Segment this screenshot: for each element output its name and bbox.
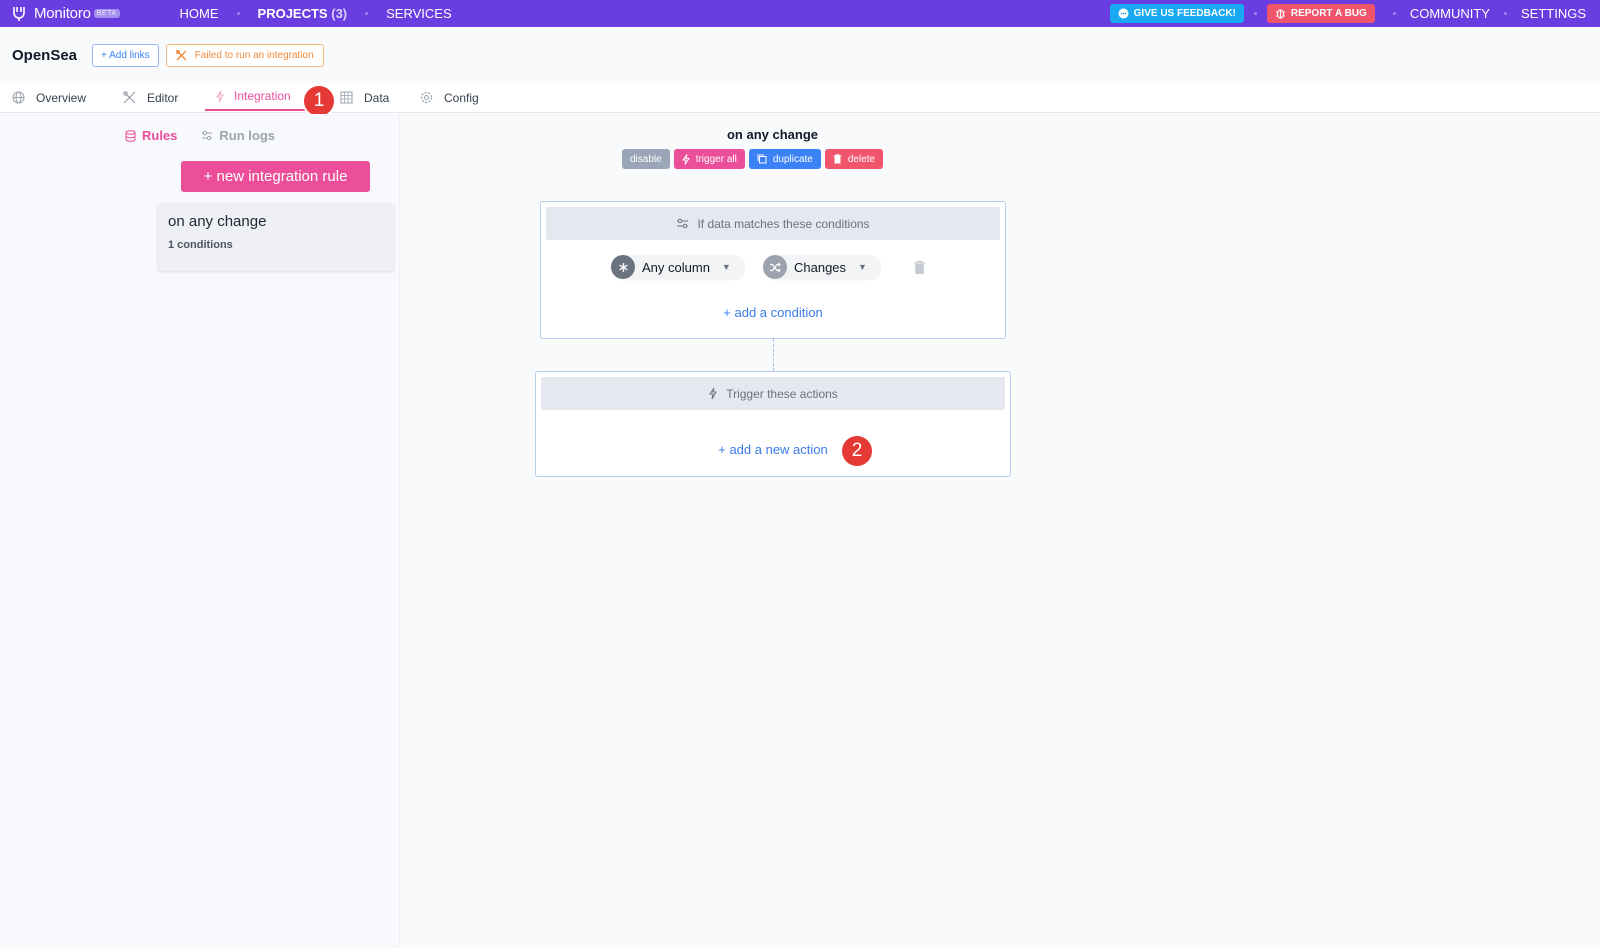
- subtab-rules[interactable]: Rules: [125, 128, 177, 143]
- rule-title: on any change: [726, 127, 819, 142]
- disable-button[interactable]: disable: [622, 149, 670, 169]
- database-icon: [125, 129, 136, 142]
- beta-badge: BETA: [93, 9, 120, 18]
- nav-separator: [236, 12, 240, 15]
- rule-item-conditions: 1 conditions: [168, 239, 233, 251]
- feedback-label: GIVE US FEEDBACK!: [1133, 8, 1236, 19]
- nav-separator: [1253, 12, 1257, 15]
- nav-community[interactable]: COMMUNITY: [1406, 6, 1494, 21]
- tab-config[interactable]: Config: [420, 83, 479, 112]
- gear-icon: [420, 91, 433, 104]
- tab-label: Editor: [147, 90, 179, 105]
- disable-label: disable: [630, 153, 662, 165]
- tab-label: Integration: [234, 89, 291, 103]
- nav-projects-count: (3): [331, 6, 348, 21]
- chevron-down-icon: ▼: [858, 262, 867, 272]
- failed-integration-badge[interactable]: Failed to run an integration: [165, 44, 324, 67]
- tab-label: Overview: [36, 90, 87, 105]
- asterisk-icon: [611, 255, 635, 279]
- step-marker-1: 1: [304, 86, 334, 116]
- nav-projects[interactable]: PROJECTS (3): [254, 6, 352, 21]
- top-nav-bar: Monitoro BETA HOME PROJECTS (3) SERVICES…: [0, 0, 1600, 27]
- nav-separator: [365, 12, 369, 15]
- globe-icon: [12, 91, 25, 104]
- delete-condition-trash-icon[interactable]: [913, 260, 926, 275]
- tab-overview[interactable]: Overview: [12, 83, 86, 112]
- rules-sidebar: Rules Run logs + new integration rule on…: [0, 114, 400, 948]
- column-select[interactable]: Any column ▼: [611, 255, 745, 279]
- bolt-icon: [709, 387, 718, 400]
- add-condition-link[interactable]: + add a condition: [541, 305, 1005, 320]
- delete-label: delete: [847, 153, 876, 165]
- trigger-all-button[interactable]: trigger all: [673, 149, 745, 169]
- actions-panel: Trigger these actions + add a new action: [535, 371, 1011, 477]
- right-nav: GIVE US FEEDBACK! REPORT A BUG COMMUNITY…: [1109, 4, 1590, 23]
- subtab-run-logs-label: Run logs: [219, 128, 275, 143]
- nav-home[interactable]: HOME: [176, 6, 223, 21]
- failed-integration-label: Failed to run an integration: [194, 50, 314, 61]
- table-icon: [340, 91, 353, 104]
- sliders-icon: [677, 218, 689, 229]
- delete-button[interactable]: delete: [824, 149, 884, 169]
- nav-services[interactable]: SERVICES: [382, 6, 456, 21]
- add-new-action-link[interactable]: + add a new action: [536, 442, 1010, 457]
- nav-separator: [1392, 12, 1396, 15]
- app-name: Monitoro: [34, 5, 91, 22]
- feedback-button[interactable]: GIVE US FEEDBACK!: [1109, 4, 1244, 23]
- tab-label: Data: [364, 90, 390, 105]
- tab-data[interactable]: Data: [340, 83, 389, 112]
- nav-separator: [1503, 12, 1507, 15]
- project-tabs: Overview Editor Integration Data Config: [0, 83, 1600, 113]
- conditions-panel: If data matches these conditions Any col…: [540, 201, 1006, 339]
- bug-icon: [1275, 9, 1285, 19]
- trash-icon: [833, 154, 842, 164]
- sliders-icon: [202, 130, 213, 141]
- bolt-icon: [216, 90, 224, 102]
- duplicate-button[interactable]: duplicate: [748, 149, 821, 169]
- step-marker-2: 2: [842, 436, 872, 466]
- duplicate-label: duplicate: [772, 153, 813, 165]
- rule-item-title: on any change: [168, 213, 267, 230]
- chevron-down-icon: ▼: [721, 262, 731, 272]
- tools-icon: [123, 91, 136, 104]
- tab-editor[interactable]: Editor: [123, 83, 178, 112]
- actions-header: Trigger these actions: [541, 377, 1005, 410]
- chat-bubble-icon: [1118, 8, 1129, 19]
- add-links-button[interactable]: + Add links: [92, 44, 159, 67]
- tools-icon: [175, 50, 187, 61]
- new-integration-rule-button[interactable]: + new integration rule: [181, 161, 370, 192]
- trigger-all-label: trigger all: [695, 153, 737, 165]
- shuffle-icon: [763, 255, 787, 279]
- project-header: OpenSea + Add links Failed to run an int…: [12, 44, 324, 67]
- conditions-header-label: If data matches these conditions: [697, 216, 870, 231]
- operator-select-value: Changes: [794, 259, 847, 275]
- operator-select[interactable]: Changes ▼: [763, 255, 881, 279]
- app-logo[interactable]: Monitoro BETA: [12, 5, 120, 22]
- report-bug-button[interactable]: REPORT A BUG: [1266, 4, 1375, 23]
- sidebar-subtabs: Rules Run logs: [0, 128, 400, 143]
- conditions-header: If data matches these conditions: [546, 207, 1000, 240]
- subtab-rules-label: Rules: [141, 128, 178, 143]
- nav-settings[interactable]: SETTINGS: [1517, 6, 1590, 21]
- monitoro-logo-icon: [13, 6, 25, 21]
- report-bug-label: REPORT A BUG: [1290, 8, 1367, 19]
- column-select-value: Any column: [642, 259, 710, 275]
- rule-action-buttons: disable trigger all duplicate delete: [622, 149, 887, 169]
- tab-integration[interactable]: Integration: [205, 83, 306, 111]
- copy-icon: [757, 154, 767, 164]
- rule-list-item[interactable]: on any change 1 conditions: [158, 203, 394, 271]
- bolt-icon: [681, 153, 690, 165]
- flow-connector: [773, 339, 774, 371]
- actions-header-label: Trigger these actions: [726, 386, 838, 401]
- main-nav: HOME PROJECTS (3) SERVICES: [176, 6, 456, 21]
- project-name: OpenSea: [12, 47, 78, 64]
- subtab-run-logs[interactable]: Run logs: [201, 128, 275, 143]
- tab-label: Config: [444, 90, 479, 105]
- nav-projects-label: PROJECTS: [257, 6, 328, 21]
